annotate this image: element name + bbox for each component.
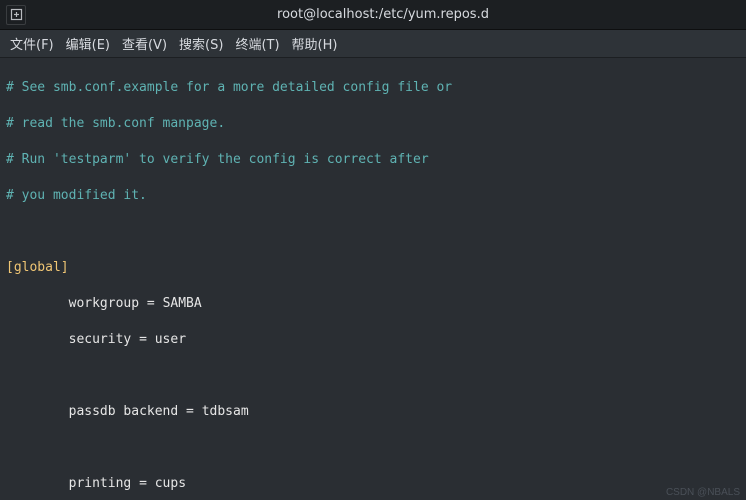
key-security: security [69, 332, 132, 347]
menu-terminal[interactable]: 终端(T) [235, 34, 279, 53]
menubar: 文件(F) 编辑(E) 查看(V) 搜索(S) 终端(T) 帮助(H) [0, 30, 746, 58]
key-workgroup: workgroup [69, 296, 139, 311]
menu-file[interactable]: 文件(F) [10, 34, 54, 53]
menu-view[interactable]: 查看(V) [122, 34, 167, 53]
new-window-icon[interactable] [6, 5, 26, 25]
equals: = [139, 296, 162, 311]
menu-search[interactable]: 搜索(S) [179, 34, 223, 53]
equals: = [131, 332, 154, 347]
comment-line: # See smb.conf.example for a more detail… [6, 80, 452, 95]
equals: = [178, 404, 201, 419]
comment-line: # read the smb.conf manpage. [6, 116, 225, 131]
val-printing: cups [155, 476, 186, 491]
menu-help[interactable]: 帮助(H) [292, 34, 338, 53]
editor-content[interactable]: # See smb.conf.example for a more detail… [0, 58, 746, 500]
section-global: [global] [6, 260, 69, 275]
titlebar: root@localhost:/etc/yum.repos.d [0, 0, 746, 30]
val-workgroup: SAMBA [163, 296, 202, 311]
menu-edit[interactable]: 编辑(E) [66, 34, 110, 53]
window-title: root@localhost:/etc/yum.repos.d [26, 7, 740, 22]
key-passdb: passdb backend [69, 404, 179, 419]
key-printing: printing [69, 476, 132, 491]
comment-line: # you modified it. [6, 188, 147, 203]
val-security: user [155, 332, 186, 347]
val-passdb: tdbsam [202, 404, 249, 419]
watermark: CSDN @NBALS [666, 487, 740, 498]
comment-line: # Run 'testparm' to verify the config is… [6, 152, 429, 167]
equals: = [131, 476, 154, 491]
